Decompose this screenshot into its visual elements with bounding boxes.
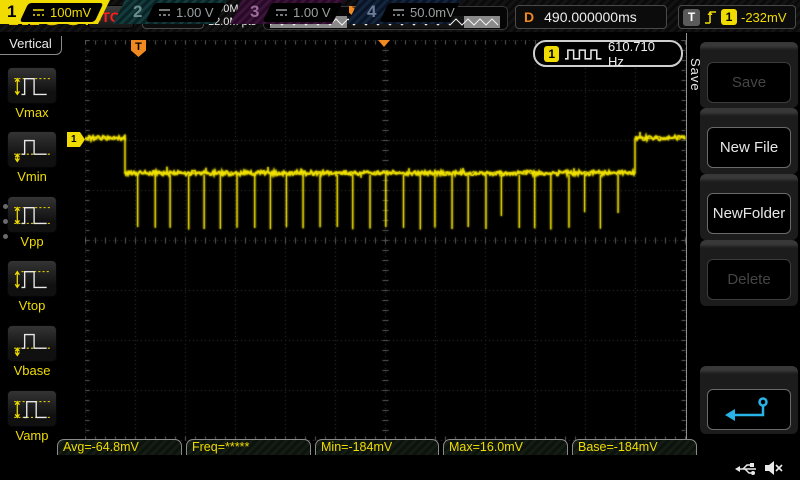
usb-icon bbox=[735, 461, 759, 476]
page-dot bbox=[3, 204, 8, 209]
vmax-icon bbox=[11, 72, 53, 100]
sidebar-item-vmin[interactable] bbox=[7, 131, 57, 168]
page-dot bbox=[3, 234, 8, 239]
channel-3-scale: 1.00 V bbox=[293, 5, 331, 20]
measure-result-min[interactable]: Min=-184mV bbox=[315, 439, 439, 455]
dc-coupling-icon bbox=[158, 8, 171, 17]
frequency-counter: 1 610.710 Hz bbox=[533, 40, 683, 67]
save-button[interactable]: Save bbox=[707, 62, 791, 103]
channel-2-tab[interactable]: 2 1.00 V bbox=[113, 0, 227, 24]
sidebar-label-vbase[interactable]: Vbase bbox=[0, 363, 64, 378]
waveform-display bbox=[85, 40, 686, 441]
channel-3-number: 3 bbox=[250, 0, 259, 24]
sidebar-label-vamp[interactable]: Vamp bbox=[0, 428, 64, 443]
trigger-source-badge: 1 bbox=[721, 9, 737, 25]
new-file-button[interactable]: New File bbox=[707, 127, 791, 168]
delay-value: 490.000000ms bbox=[544, 9, 637, 25]
square-wave-icon bbox=[564, 47, 603, 61]
measure-result-avg[interactable]: Avg=-64.8mV bbox=[57, 439, 182, 455]
sidebar-label-vmin[interactable]: Vmin bbox=[0, 169, 64, 184]
speaker-muted-icon bbox=[763, 459, 783, 477]
sidebar-item-vmax[interactable] bbox=[7, 67, 57, 104]
vmin-icon bbox=[11, 136, 53, 164]
falling-edge-icon bbox=[704, 7, 717, 27]
sidebar-item-vbase[interactable] bbox=[7, 325, 57, 362]
trigger-label: T bbox=[683, 9, 700, 26]
back-button[interactable] bbox=[707, 389, 791, 430]
vamp-icon bbox=[11, 395, 53, 423]
dc-coupling-icon bbox=[32, 8, 45, 17]
new-folder-button[interactable]: NewFolder bbox=[707, 193, 791, 234]
channel-2-number: 2 bbox=[133, 0, 142, 24]
trigger-info-box: T 1 -232mV bbox=[678, 5, 796, 29]
channel-3-scale-box: 1.00 V bbox=[263, 3, 343, 22]
channel-1-scale-box: 100mV bbox=[20, 3, 104, 22]
channel-status-bar bbox=[0, 456, 800, 480]
return-arrow-icon bbox=[723, 396, 775, 424]
channel-2-scale-box: 1.00 V bbox=[146, 3, 226, 22]
vbase-icon bbox=[11, 330, 53, 358]
frequency-value: 610.710 Hz bbox=[608, 39, 672, 69]
measure-result-base[interactable]: Base=-184mV bbox=[572, 439, 697, 455]
left-menu-title: Vertical bbox=[0, 36, 62, 55]
channel-1-number: 1 bbox=[7, 0, 16, 24]
delete-button[interactable]: Delete bbox=[707, 259, 791, 300]
measure-result-max[interactable]: Max=16.0mV bbox=[443, 439, 568, 455]
sidebar-label-vmax[interactable]: Vmax bbox=[0, 105, 64, 120]
freq-channel-badge: 1 bbox=[544, 46, 559, 62]
screen-center-marker bbox=[378, 40, 390, 47]
vpp-icon bbox=[11, 201, 53, 229]
sidebar-label-vpp[interactable]: Vpp bbox=[0, 234, 64, 249]
sidebar-item-vpp[interactable] bbox=[7, 196, 57, 233]
channel-4-tab[interactable]: 4 50.0mV bbox=[347, 0, 461, 24]
delay-label: D bbox=[516, 9, 544, 25]
channel-1-scale: 100mV bbox=[50, 5, 91, 20]
channel-4-scale: 50.0mV bbox=[410, 5, 455, 20]
measure-result-freq[interactable]: Freq=***** bbox=[186, 439, 311, 455]
page-dot bbox=[3, 219, 8, 224]
vtop-icon bbox=[11, 265, 53, 293]
channel-4-number: 4 bbox=[367, 0, 376, 24]
trigger-level-value: -232mV bbox=[741, 10, 787, 25]
channel1-ground-marker[interactable]: 1 bbox=[67, 132, 85, 147]
sidebar-item-vamp[interactable] bbox=[7, 390, 57, 427]
delay-box: D 490.000000ms bbox=[515, 5, 667, 29]
channel-3-tab[interactable]: 3 1.00 V bbox=[230, 0, 344, 24]
dc-coupling-icon bbox=[275, 8, 288, 17]
channel-1-tab[interactable]: 1 100mV bbox=[0, 0, 110, 24]
channel-2-scale: 1.00 V bbox=[176, 5, 214, 20]
dc-coupling-icon bbox=[392, 8, 405, 17]
sidebar-label-vtop[interactable]: Vtop bbox=[0, 298, 64, 313]
sidebar-item-vtop[interactable] bbox=[7, 260, 57, 297]
